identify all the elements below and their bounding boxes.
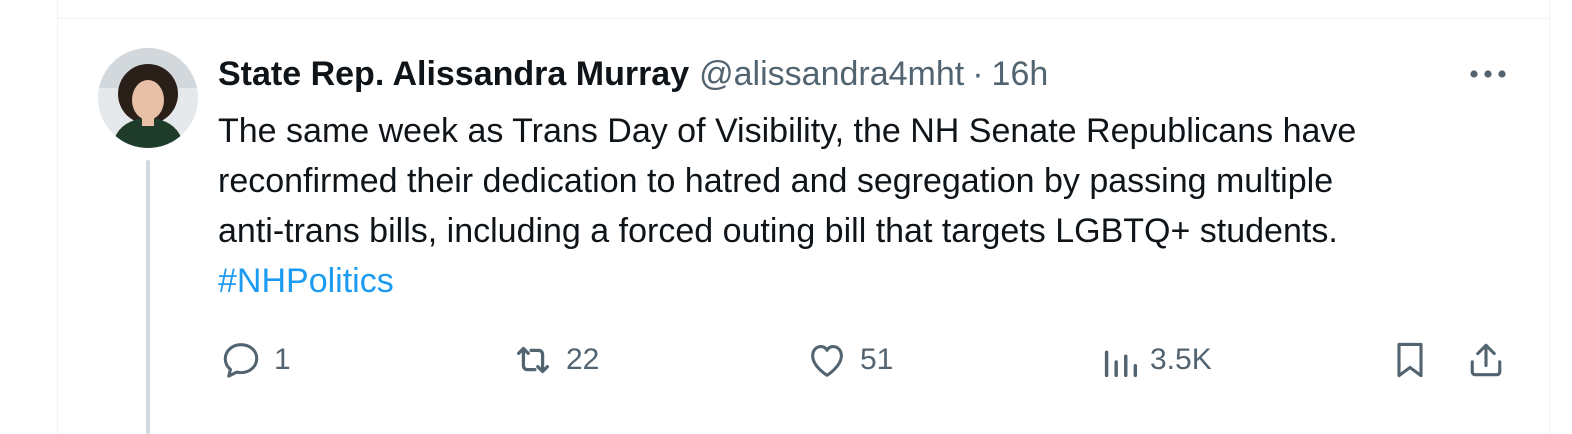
tweet-text-line: anti-trans bills, including a forced out…	[218, 212, 1338, 250]
thread-connector-line	[146, 160, 150, 434]
reply-button[interactable]: 1	[218, 334, 291, 386]
divider	[58, 18, 1549, 19]
views-button[interactable]: 3.5K	[1100, 334, 1212, 386]
heart-icon	[811, 345, 843, 377]
share-icon	[1470, 343, 1502, 377]
reply-count: 1	[274, 343, 291, 376]
hashtag-link[interactable]: #NHPolitics	[218, 262, 394, 300]
more-options-button[interactable]	[1460, 58, 1516, 90]
tweet-text-line: reconfirmed their dedication to hatred a…	[218, 162, 1334, 200]
like-count: 51	[860, 343, 894, 376]
like-button[interactable]: 51	[804, 334, 893, 386]
timestamp[interactable]: 16h	[992, 55, 1049, 94]
tweet-text: The same week as Trans Day of Visibility…	[218, 106, 1518, 306]
separator-dot: ·	[972, 54, 984, 93]
reply-icon	[223, 343, 259, 378]
bookmark-icon	[1397, 342, 1423, 378]
avatar[interactable]	[98, 48, 198, 148]
share-button[interactable]	[1464, 334, 1508, 386]
avatar-image	[98, 48, 198, 148]
more-dots-icon	[1470, 70, 1506, 78]
tweet-text-line: The same week as Trans Day of Visibility…	[218, 112, 1357, 150]
tweet-header: State Rep. Alissandra Murray @alissandra…	[218, 50, 1048, 98]
repost-button[interactable]: 22	[510, 334, 599, 386]
repost-icon	[516, 346, 550, 374]
views-bar-chart-icon	[1104, 350, 1138, 378]
repost-count: 22	[566, 343, 600, 376]
views-count: 3.5K	[1150, 343, 1212, 376]
user-handle[interactable]: @alissandra4mht	[699, 55, 964, 94]
bookmark-button[interactable]	[1388, 334, 1432, 386]
display-name[interactable]: State Rep. Alissandra Murray	[218, 55, 689, 94]
action-bar: 1 22 51 3.5K	[0, 334, 1572, 386]
